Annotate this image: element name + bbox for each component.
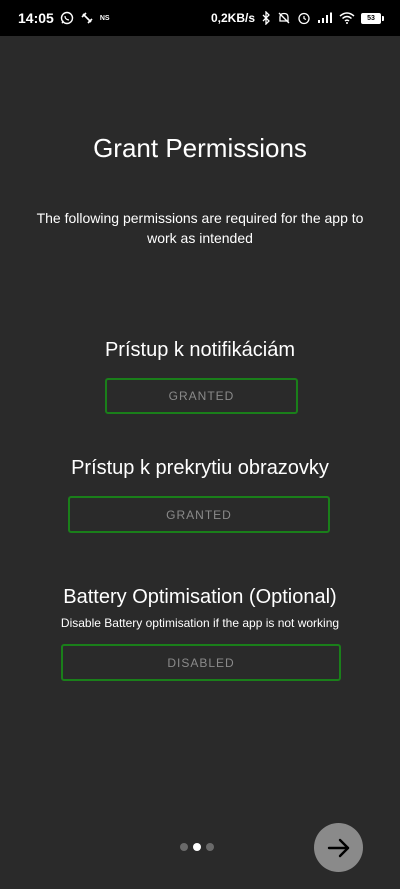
bluetooth-icon: [261, 11, 271, 25]
alarm-icon: [297, 11, 311, 25]
battery-optimisation-button[interactable]: DISABLED: [61, 644, 341, 681]
status-bar: 14:05 NS 0,2KB/s 53: [0, 0, 400, 36]
status-time: 14:05: [18, 10, 54, 26]
page-title: Grant Permissions: [93, 133, 307, 163]
battery-optimisation-heading: Battery Optimisation (Optional): [63, 586, 337, 608]
battery-optimisation-description: Disable Battery optimisation if the app …: [60, 616, 340, 630]
page-subtitle: The following permissions are required f…: [36, 210, 364, 246]
page-dot-active: [193, 843, 201, 851]
notification-access-heading: Prístup k notifikáciám: [104, 339, 296, 361]
network-speed: 0,2KB/s: [210, 11, 255, 25]
battery-level: 53: [367, 14, 375, 22]
signal-icon: [317, 12, 333, 24]
notification-access-button[interactable]: GRANTED: [105, 378, 298, 414]
battery-icon: 53: [361, 12, 384, 24]
mute-icon: [277, 11, 291, 25]
overlay-access-button[interactable]: GRANTED: [68, 496, 330, 533]
page-indicator: [180, 843, 214, 851]
status-right: 0,2KB/s 53: [211, 11, 384, 25]
satellite-icon: [80, 11, 94, 25]
page-dot: [180, 843, 188, 851]
overlay-access-heading: Prístup k prekrytiu obrazovky: [71, 457, 329, 479]
status-left: 14:05 NS: [18, 10, 110, 26]
arrow-right-icon: [326, 835, 352, 861]
page-dot: [206, 843, 214, 851]
wifi-icon: [339, 12, 355, 24]
next-button[interactable]: [314, 823, 363, 872]
whatsapp-icon: [60, 11, 74, 25]
ns-label: NS: [99, 14, 110, 22]
